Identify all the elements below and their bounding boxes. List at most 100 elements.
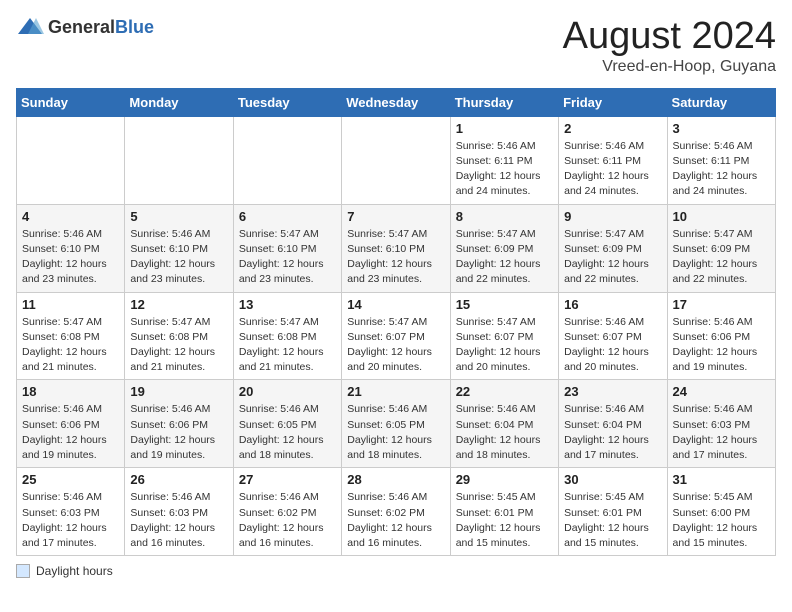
- day-info-text: Sunrise: 5:46 AMSunset: 6:11 PMDaylight:…: [564, 139, 661, 200]
- calendar-header-wednesday: Wednesday: [342, 88, 450, 116]
- calendar-week-row: 4 Sunrise: 5:46 AMSunset: 6:10 PMDaylight…: [17, 204, 776, 292]
- day-info-text: Sunrise: 5:46 AMSunset: 6:03 PMDaylight:…: [130, 490, 227, 551]
- day-number: 28: [347, 472, 444, 487]
- day-number: 13: [239, 297, 336, 312]
- day-info-text: Sunrise: 5:46 AMSunset: 6:06 PMDaylight:…: [130, 402, 227, 463]
- day-number: 9: [564, 209, 661, 224]
- calendar-cell: 6 Sunrise: 5:47 AMSunset: 6:10 PMDaylight…: [233, 204, 341, 292]
- calendar-cell: 18 Sunrise: 5:46 AMSunset: 6:06 PMDayligh…: [17, 380, 125, 468]
- day-info-text: Sunrise: 5:47 AMSunset: 6:08 PMDaylight:…: [22, 315, 119, 376]
- calendar-cell: 21 Sunrise: 5:46 AMSunset: 6:05 PMDayligh…: [342, 380, 450, 468]
- calendar-header-sunday: Sunday: [17, 88, 125, 116]
- calendar-cell: [17, 116, 125, 204]
- day-number: 24: [673, 384, 770, 399]
- day-number: 15: [456, 297, 553, 312]
- calendar-cell: 30 Sunrise: 5:45 AMSunset: 6:01 PMDayligh…: [559, 468, 667, 556]
- day-info-text: Sunrise: 5:45 AMSunset: 6:01 PMDaylight:…: [564, 490, 661, 551]
- day-number: 19: [130, 384, 227, 399]
- day-number: 18: [22, 384, 119, 399]
- calendar-cell: 23 Sunrise: 5:46 AMSunset: 6:04 PMDayligh…: [559, 380, 667, 468]
- calendar-cell: [125, 116, 233, 204]
- calendar-table: SundayMondayTuesdayWednesdayThursdayFrid…: [16, 88, 776, 556]
- calendar-cell: 17 Sunrise: 5:46 AMSunset: 6:06 PMDayligh…: [667, 292, 775, 380]
- day-number: 14: [347, 297, 444, 312]
- day-info-text: Sunrise: 5:47 AMSunset: 6:08 PMDaylight:…: [130, 315, 227, 376]
- day-number: 29: [456, 472, 553, 487]
- day-info-text: Sunrise: 5:45 AMSunset: 6:01 PMDaylight:…: [456, 490, 553, 551]
- calendar-cell: 28 Sunrise: 5:46 AMSunset: 6:02 PMDayligh…: [342, 468, 450, 556]
- day-info-text: Sunrise: 5:46 AMSunset: 6:05 PMDaylight:…: [239, 402, 336, 463]
- calendar-header-row: SundayMondayTuesdayWednesdayThursdayFrid…: [17, 88, 776, 116]
- day-number: 2: [564, 121, 661, 136]
- calendar-week-row: 11 Sunrise: 5:47 AMSunset: 6:08 PMDayligh…: [17, 292, 776, 380]
- day-number: 4: [22, 209, 119, 224]
- day-info-text: Sunrise: 5:46 AMSunset: 6:02 PMDaylight:…: [239, 490, 336, 551]
- calendar-cell: 15 Sunrise: 5:47 AMSunset: 6:07 PMDayligh…: [450, 292, 558, 380]
- day-number: 22: [456, 384, 553, 399]
- day-number: 23: [564, 384, 661, 399]
- day-number: 20: [239, 384, 336, 399]
- day-number: 26: [130, 472, 227, 487]
- day-number: 5: [130, 209, 227, 224]
- day-number: 12: [130, 297, 227, 312]
- calendar-cell: 25 Sunrise: 5:46 AMSunset: 6:03 PMDayligh…: [17, 468, 125, 556]
- calendar-cell: 9Sunrise: 5:47 AMSunset: 6:09 PMDaylight…: [559, 204, 667, 292]
- day-number: 17: [673, 297, 770, 312]
- calendar-header-tuesday: Tuesday: [233, 88, 341, 116]
- day-number: 30: [564, 472, 661, 487]
- day-number: 21: [347, 384, 444, 399]
- logo-general-text: General: [48, 17, 115, 37]
- day-info-text: Sunrise: 5:46 AMSunset: 6:10 PMDaylight:…: [130, 227, 227, 288]
- calendar-cell: 3Sunrise: 5:46 AMSunset: 6:11 PMDaylight…: [667, 116, 775, 204]
- calendar-cell: 13 Sunrise: 5:47 AMSunset: 6:08 PMDayligh…: [233, 292, 341, 380]
- month-year-title: August 2024: [563, 16, 776, 58]
- day-info-text: Sunrise: 5:47 AMSunset: 6:08 PMDaylight:…: [239, 315, 336, 376]
- calendar-cell: 31Sunrise: 5:45 AMSunset: 6:00 PMDayligh…: [667, 468, 775, 556]
- day-info-text: Sunrise: 5:47 AMSunset: 6:09 PMDaylight:…: [456, 227, 553, 288]
- day-info-text: Sunrise: 5:46 AMSunset: 6:03 PMDaylight:…: [673, 402, 770, 463]
- calendar-cell: [342, 116, 450, 204]
- day-info-text: Sunrise: 5:45 AMSunset: 6:00 PMDaylight:…: [673, 490, 770, 551]
- calendar-cell: 11 Sunrise: 5:47 AMSunset: 6:08 PMDayligh…: [17, 292, 125, 380]
- day-info-text: Sunrise: 5:47 AMSunset: 6:10 PMDaylight:…: [239, 227, 336, 288]
- calendar-cell: 16Sunrise: 5:46 AMSunset: 6:07 PMDayligh…: [559, 292, 667, 380]
- daylight-box-icon: [16, 564, 30, 578]
- calendar-week-row: 18 Sunrise: 5:46 AMSunset: 6:06 PMDayligh…: [17, 380, 776, 468]
- logo: GeneralBlue: [16, 16, 154, 38]
- calendar-cell: 12 Sunrise: 5:47 AMSunset: 6:08 PMDayligh…: [125, 292, 233, 380]
- calendar-week-row: 1Sunrise: 5:46 AMSunset: 6:11 PMDaylight…: [17, 116, 776, 204]
- calendar-cell: 1Sunrise: 5:46 AMSunset: 6:11 PMDaylight…: [450, 116, 558, 204]
- calendar-cell: 20 Sunrise: 5:46 AMSunset: 6:05 PMDayligh…: [233, 380, 341, 468]
- day-info-text: Sunrise: 5:46 AMSunset: 6:07 PMDaylight:…: [564, 315, 661, 376]
- day-number: 8: [456, 209, 553, 224]
- day-number: 11: [22, 297, 119, 312]
- calendar-week-row: 25 Sunrise: 5:46 AMSunset: 6:03 PMDayligh…: [17, 468, 776, 556]
- day-info-text: Sunrise: 5:46 AMSunset: 6:10 PMDaylight:…: [22, 227, 119, 288]
- day-info-text: Sunrise: 5:46 AMSunset: 6:04 PMDaylight:…: [564, 402, 661, 463]
- day-info-text: Sunrise: 5:46 AMSunset: 6:06 PMDaylight:…: [22, 402, 119, 463]
- day-info-text: Sunrise: 5:46 AMSunset: 6:11 PMDaylight:…: [456, 139, 553, 200]
- day-number: 7: [347, 209, 444, 224]
- calendar-cell: 29 Sunrise: 5:45 AMSunset: 6:01 PMDayligh…: [450, 468, 558, 556]
- generalblue-logo-icon: [16, 16, 44, 38]
- calendar-cell: 2 Sunrise: 5:46 AMSunset: 6:11 PMDaylight…: [559, 116, 667, 204]
- calendar-cell: 26 Sunrise: 5:46 AMSunset: 6:03 PMDayligh…: [125, 468, 233, 556]
- day-number: 27: [239, 472, 336, 487]
- day-info-text: Sunrise: 5:46 AMSunset: 6:03 PMDaylight:…: [22, 490, 119, 551]
- day-info-text: Sunrise: 5:46 AMSunset: 6:02 PMDaylight:…: [347, 490, 444, 551]
- calendar-cell: 5 Sunrise: 5:46 AMSunset: 6:10 PMDaylight…: [125, 204, 233, 292]
- calendar-cell: 14Sunrise: 5:47 AMSunset: 6:07 PMDayligh…: [342, 292, 450, 380]
- calendar-header-thursday: Thursday: [450, 88, 558, 116]
- calendar-cell: [233, 116, 341, 204]
- day-info-text: Sunrise: 5:46 AMSunset: 6:04 PMDaylight:…: [456, 402, 553, 463]
- calendar-cell: 22 Sunrise: 5:46 AMSunset: 6:04 PMDayligh…: [450, 380, 558, 468]
- day-info-text: Sunrise: 5:46 AMSunset: 6:05 PMDaylight:…: [347, 402, 444, 463]
- day-number: 6: [239, 209, 336, 224]
- day-info-text: Sunrise: 5:46 AMSunset: 6:11 PMDaylight:…: [673, 139, 770, 200]
- calendar-cell: 24 Sunrise: 5:46 AMSunset: 6:03 PMDayligh…: [667, 380, 775, 468]
- day-info-text: Sunrise: 5:47 AMSunset: 6:09 PMDaylight:…: [673, 227, 770, 288]
- day-number: 25: [22, 472, 119, 487]
- day-info-text: Sunrise: 5:47 AMSunset: 6:07 PMDaylight:…: [456, 315, 553, 376]
- day-info-text: Sunrise: 5:46 AMSunset: 6:06 PMDaylight:…: [673, 315, 770, 376]
- logo-blue-text: Blue: [115, 17, 154, 37]
